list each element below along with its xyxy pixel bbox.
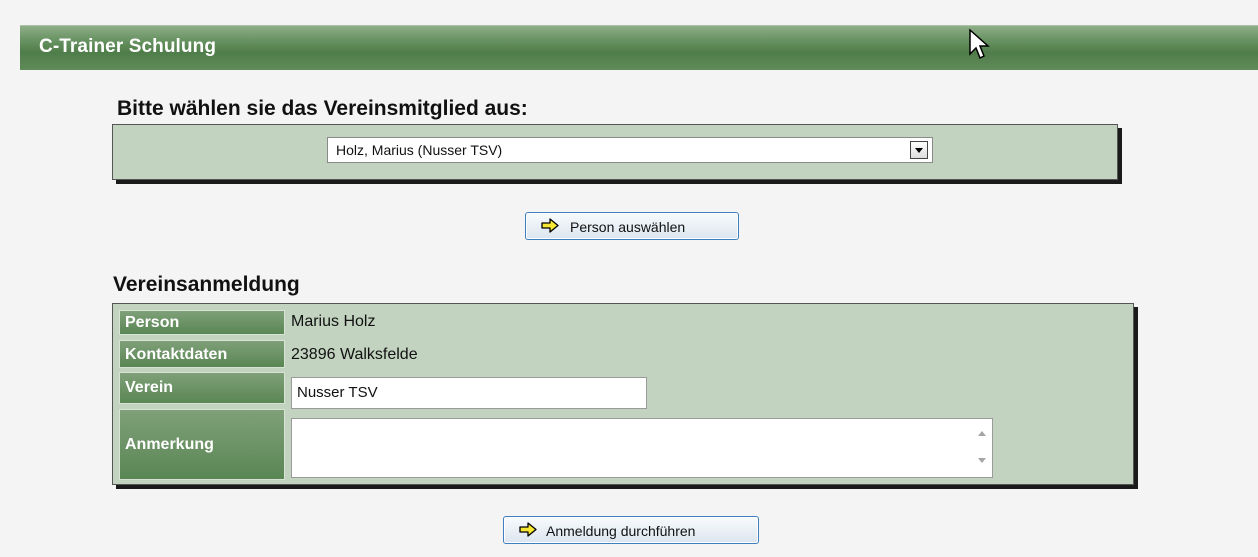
registration-panel: Person Marius Holz Kontaktdaten 23896 Wa… <box>112 303 1134 485</box>
member-select-panel: Holz, Marius (Nusser TSV) <box>112 124 1118 180</box>
mouse-pointer-icon <box>969 28 990 60</box>
scroll-down-icon[interactable] <box>978 458 986 463</box>
contact-label-text: Kontaktdaten <box>125 346 228 363</box>
registration-heading: Vereinsanmeldung <box>113 273 300 296</box>
contact-value: 23896 Walksfelde <box>291 346 418 363</box>
note-label-text: Anmerkung <box>125 436 214 453</box>
arrow-right-icon <box>519 522 537 537</box>
note-scrollbar[interactable] <box>974 421 990 475</box>
chevron-down-icon[interactable] <box>910 141 928 159</box>
arrow-right-icon <box>541 218 559 233</box>
scroll-up-icon[interactable] <box>978 431 986 436</box>
member-select-heading: Bitte wählen sie das Vereinsmitglied aus… <box>117 97 528 120</box>
page-title-bar: C-Trainer Schulung <box>20 25 1258 70</box>
select-person-label: Person auswählen <box>570 219 686 235</box>
note-label: Anmerkung <box>119 409 285 480</box>
note-textarea[interactable] <box>291 418 993 478</box>
club-label: Verein <box>119 372 285 404</box>
page-title: C-Trainer Schulung <box>39 36 217 57</box>
person-value: Marius Holz <box>291 313 376 330</box>
submit-registration-button[interactable]: Anmeldung durchführen <box>503 516 759 544</box>
person-label-text: Person <box>125 314 180 331</box>
member-select-dropdown[interactable]: Holz, Marius (Nusser TSV) <box>327 137 933 163</box>
member-select-value: Holz, Marius (Nusser TSV) <box>336 142 503 158</box>
person-label: Person <box>119 310 285 335</box>
club-label-text: Verein <box>125 379 174 396</box>
select-person-button[interactable]: Person auswählen <box>525 212 739 240</box>
submit-registration-label: Anmeldung durchführen <box>546 523 696 539</box>
contact-label: Kontaktdaten <box>119 340 285 368</box>
club-input[interactable]: Nusser TSV <box>291 377 647 409</box>
